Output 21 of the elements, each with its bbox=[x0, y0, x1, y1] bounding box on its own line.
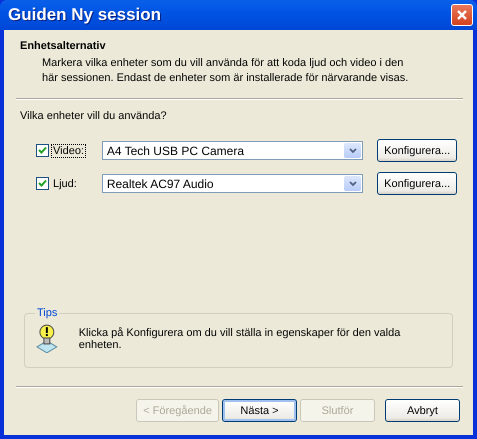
device-dropdown[interactable]: A4 Tech USB PC Camera bbox=[102, 141, 364, 160]
window-title: Guiden Ny session bbox=[7, 5, 162, 25]
checkbox-label[interactable]: Video: bbox=[52, 144, 85, 156]
page-heading: Enhetsalternativ bbox=[20, 40, 107, 52]
chevron-down-icon bbox=[348, 148, 357, 154]
device-dropdown[interactable]: Realtek AC97 Audio bbox=[102, 174, 364, 193]
chevron-down-icon bbox=[348, 180, 357, 186]
close-button[interactable] bbox=[451, 4, 473, 26]
page-description: Markera vilka enheter som du vill använda för att koda ljud och video i den här sessionen. Endast de enheter som är installerade för närvarande visas. bbox=[42, 56, 410, 86]
checkbox-label[interactable]: Ljud: bbox=[52, 178, 78, 190]
checkbox[interactable] bbox=[36, 144, 49, 157]
lightbulb-icon bbox=[35, 323, 59, 353]
wizard-button[interactable]: Avbryt bbox=[385, 399, 460, 422]
tip-text: Klicka på Konfigurera om du vill ställa in egenskaper för den valda enheten. bbox=[78, 326, 402, 351]
question-text: Vilka enheter vill du använda? bbox=[20, 110, 168, 122]
close-icon bbox=[456, 9, 468, 21]
configure-button[interactable]: Konfigurera... bbox=[377, 139, 458, 162]
checkbox[interactable] bbox=[36, 177, 49, 190]
wizard-button[interactable]: Nästa > bbox=[222, 399, 297, 422]
configure-button[interactable]: Konfigurera... bbox=[377, 172, 458, 195]
group-legend: Tips bbox=[35, 307, 60, 319]
